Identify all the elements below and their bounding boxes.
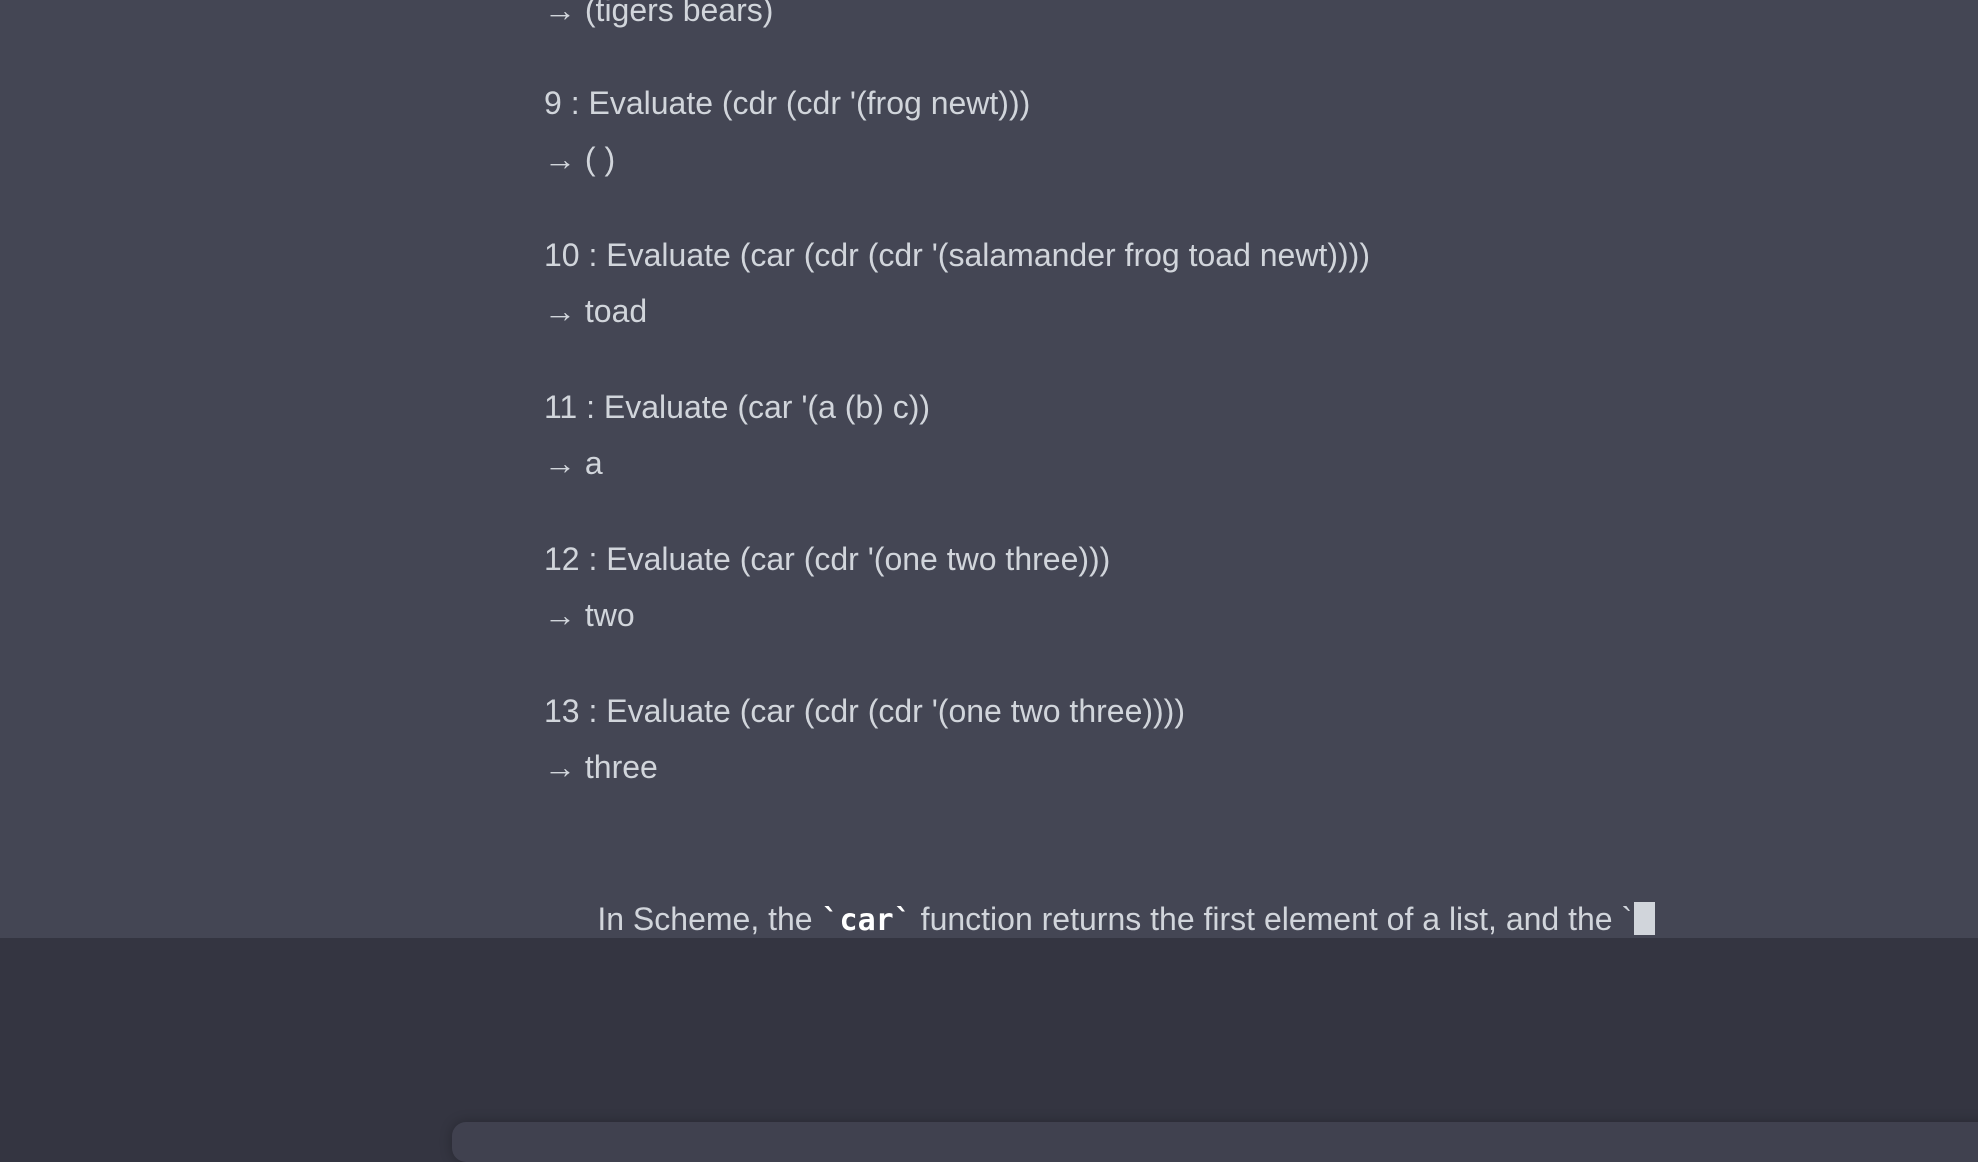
closing-text-suffix: function returns the first element of a … <box>911 901 1633 937</box>
inline-code: `car` <box>821 903 912 938</box>
composer-area <box>0 938 1978 1136</box>
answer-line: → two <box>544 597 635 633</box>
answer-line: → a <box>544 445 603 481</box>
answer-line: → ( ) <box>544 141 616 177</box>
closing-text-prefix: In Scheme, the <box>597 901 822 937</box>
assistant-message-area: → (tigers bears) 9 : Evaluate (cdr (cdr … <box>0 0 1978 938</box>
question-line: 9 : Evaluate (cdr (cdr '(frog newt))) <box>544 85 1031 121</box>
typing-cursor <box>1634 902 1656 935</box>
question-line: 10 : Evaluate (car (cdr (cdr '(salamande… <box>544 237 1370 273</box>
answer-line: → three <box>544 749 658 785</box>
answer-line: → toad <box>544 293 648 329</box>
question-line: 13 : Evaluate (car (cdr (cdr '(one two t… <box>544 693 1185 729</box>
message-input-box[interactable] <box>452 1122 1978 1162</box>
closing-paragraph: In Scheme, the `car` function returns th… <box>544 835 1656 938</box>
answer-line: → (tigers bears) <box>544 0 774 28</box>
question-line: 11 : Evaluate (car '(a (b) c)) <box>544 389 931 425</box>
question-line: 12 : Evaluate (car (cdr '(one two three)… <box>544 541 1111 577</box>
